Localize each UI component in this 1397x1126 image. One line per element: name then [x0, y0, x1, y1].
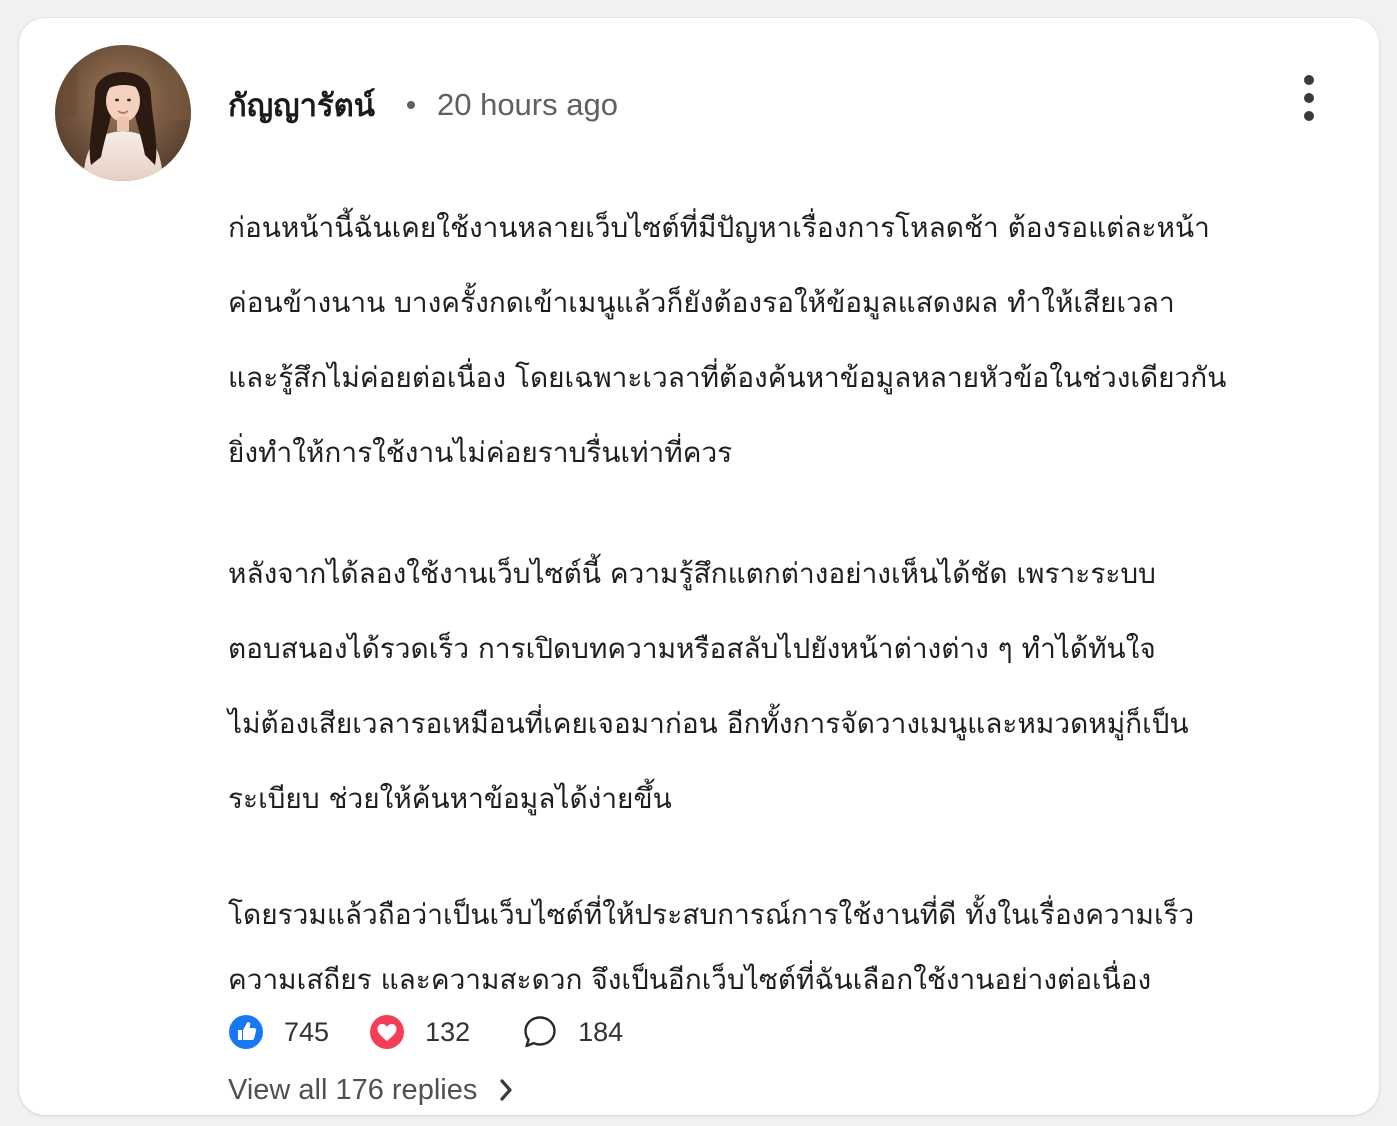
like-button[interactable]: 745: [228, 1014, 329, 1050]
comment-header: กัญญารัตน์ 20 hours ago: [228, 80, 618, 130]
separator-dot: [406, 101, 415, 109]
comment-count: 184: [578, 1016, 624, 1047]
avatar[interactable]: [55, 45, 191, 181]
comment-body: ก่อนหน้านี้ฉันเคยใช้งานหลายเว็บไซต์ที่มี…: [228, 190, 1288, 1012]
timestamp: 20 hours ago: [436, 87, 618, 122]
comment-paragraph: ก่อนหน้านี้ฉันเคยใช้งานหลายเว็บไซต์ที่มี…: [228, 190, 1288, 490]
comment-bubble-icon: [524, 1016, 556, 1048]
comment-line: และรู้สึกไม่ค่อยต่อเนื่อง โดยเฉพาะเวลาที…: [228, 361, 1227, 394]
comment-paragraph: โดยรวมแล้วถือว่าเป็นเว็บไซต์ที่ให้ประสบก…: [228, 882, 1288, 1012]
comment-line: หลังจากได้ลองใช้งานเว็บไซต์นี้ ความรู้สึ…: [228, 557, 1156, 590]
comment-line: ตอบสนองได้รวดเร็ว การเปิดบทความหรือสลับไ…: [228, 632, 1156, 665]
comment-paragraph: หลังจากได้ลองใช้งานเว็บไซต์นี้ ความรู้สึ…: [228, 536, 1288, 836]
comment-line: ยิ่งทำให้การใช้งานไม่ค่อยราบรื่นเท่าที่ค…: [228, 436, 733, 469]
reaction-bar: 745 132 184: [228, 1012, 623, 1052]
like-count: 745: [284, 1016, 330, 1047]
view-replies-link[interactable]: View all 176 replies: [228, 1068, 515, 1112]
love-button[interactable]: 132: [369, 1014, 470, 1050]
comment-line: ไม่ต้องเสียเวลารอเหมือนที่เคยเจอมาก่อน อ…: [228, 707, 1189, 740]
comment-line: ก่อนหน้านี้ฉันเคยใช้งานหลายเว็บไซต์ที่มี…: [228, 211, 1210, 244]
heart-icon: [370, 1015, 405, 1049]
thumbs-up-icon: [229, 1015, 263, 1049]
comment-card: กัญญารัตน์ 20 hours ago ก่อนหน้านี้ฉันเค…: [19, 18, 1379, 1115]
comment-line: ความเสถียร และความสะดวก จึงเป็นอีกเว็บไซ…: [228, 963, 1152, 996]
chevron-right-icon: [500, 1079, 512, 1101]
comment-line: โดยรวมแล้วถือว่าเป็นเว็บไซต์ที่ให้ประสบก…: [228, 898, 1195, 931]
comment-line: ค่อนข้างนาน บางครั้งกดเข้าเมนูแล้วก็ยังต…: [228, 286, 1175, 319]
comment-button[interactable]: 184: [522, 1014, 623, 1050]
more-vertical-icon[interactable]: [1289, 70, 1329, 126]
love-count: 132: [425, 1016, 471, 1047]
author-name[interactable]: กัญญารัตน์: [228, 80, 375, 130]
view-replies-label: View all 176 replies: [228, 1073, 478, 1106]
comment-line: ระเบียบ ช่วยให้ค้นหาข้อมูลได้ง่ายขึ้น: [228, 782, 672, 815]
